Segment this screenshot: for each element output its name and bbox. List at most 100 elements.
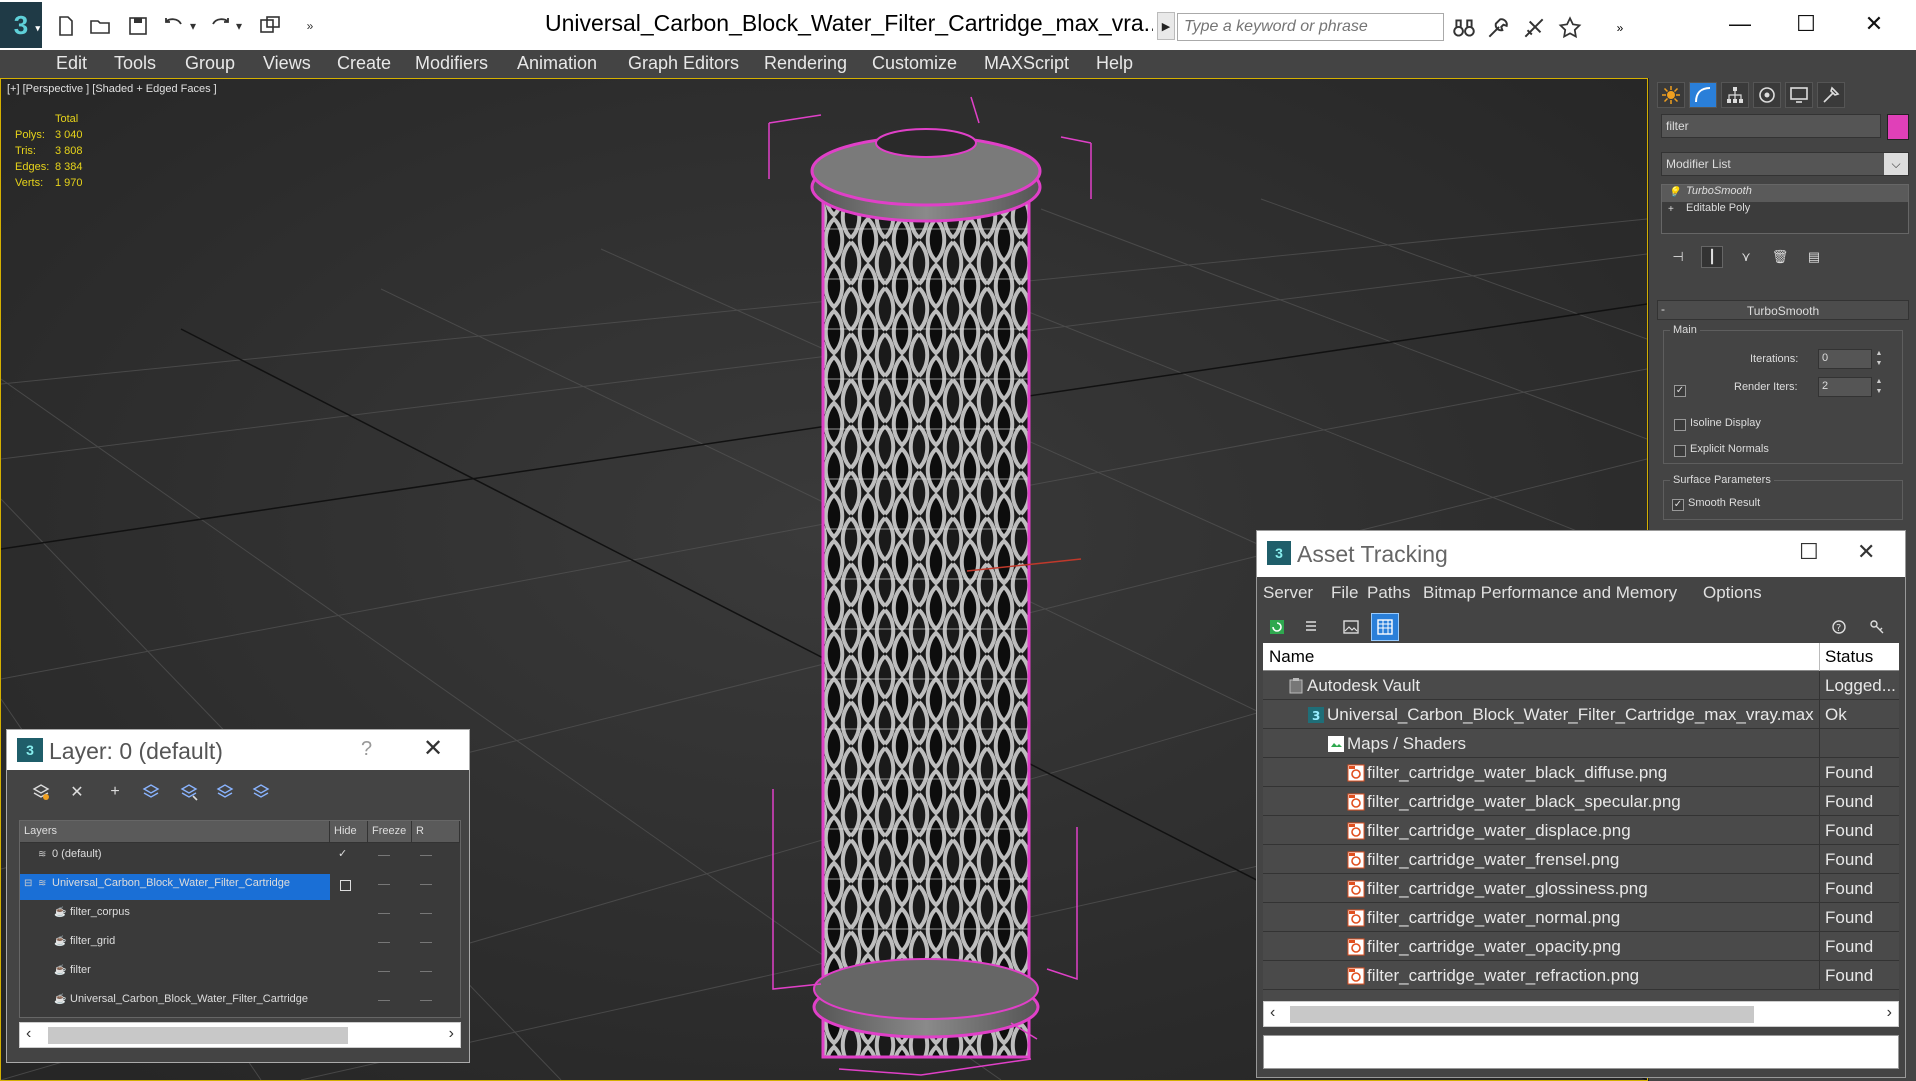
menu-create[interactable]: Create [337, 53, 391, 74]
menu-group[interactable]: Group [185, 53, 235, 74]
asset-close-button[interactable]: ✕ [1857, 539, 1875, 565]
column-divider[interactable] [1819, 643, 1820, 671]
asset-menu-server[interactable]: Server [1263, 583, 1313, 603]
asset-path-field[interactable] [1263, 1035, 1899, 1069]
spinner-arrows-icon[interactable]: ▲ ▼ [1874, 377, 1884, 397]
select-objects-icon[interactable] [139, 780, 163, 804]
asset-menu-bitmap-performance[interactable]: Bitmap Performance and Memory [1423, 583, 1677, 603]
delete-layer-icon[interactable]: ✕ [65, 780, 89, 804]
scroll-left-icon[interactable]: ‹ [1270, 1004, 1275, 1022]
table-view-icon[interactable] [1371, 613, 1399, 641]
layer-horizontal-scrollbar[interactable]: ‹ › [19, 1022, 461, 1048]
help-button[interactable]: ? [361, 738, 372, 761]
menu-tools[interactable]: Tools [114, 53, 156, 74]
lightbulb-icon[interactable]: 💡 [1668, 187, 1680, 199]
isoline-display-checkbox[interactable] [1674, 419, 1686, 431]
hide-toggle[interactable] [378, 855, 390, 856]
layer-close-button[interactable]: ✕ [423, 734, 443, 763]
undo-icon[interactable] [160, 12, 188, 40]
tab-modify[interactable] [1689, 82, 1717, 108]
favorites-star-icon[interactable] [1556, 14, 1584, 42]
scroll-left-icon[interactable]: ‹ [26, 1025, 31, 1043]
binoculars-icon[interactable] [1450, 14, 1478, 42]
iterations-spinner[interactable]: 0 [1818, 349, 1872, 369]
asset-menu-file[interactable]: File [1331, 583, 1358, 603]
layer-row[interactable]: ≋ 0 (default) ✓ [20, 843, 460, 872]
redo-dropdown-icon[interactable]: ▾ [232, 12, 246, 40]
menu-edit[interactable]: Edit [56, 53, 87, 74]
open-file-icon[interactable] [86, 12, 114, 40]
tab-utilities[interactable] [1817, 82, 1845, 108]
hide-toggle[interactable] [378, 884, 390, 885]
menu-graph-editors[interactable]: Graph Editors [628, 53, 739, 74]
scroll-right-icon[interactable]: › [1887, 1004, 1892, 1022]
layer-row[interactable]: ⊟ ≋ Universal_Carbon_Block_Water_Filter_… [20, 872, 460, 901]
menu-animation[interactable]: Animation [517, 53, 597, 74]
remove-modifier-icon[interactable]: 🗑 [1769, 246, 1791, 268]
search-expand-icon[interactable]: ▶ [1157, 12, 1175, 40]
list-view-icon[interactable] [1297, 613, 1325, 641]
column-freeze[interactable]: Freeze [368, 821, 412, 842]
asset-horizontal-scrollbar[interactable]: ‹ › [1263, 1001, 1899, 1027]
tab-display[interactable] [1785, 82, 1813, 108]
object-name-field[interactable] [1661, 114, 1881, 138]
filter-cartridge-model[interactable] [810, 128, 1042, 1059]
tab-hierarchy[interactable] [1721, 82, 1749, 108]
column-render[interactable]: R [412, 821, 460, 842]
menu-customize[interactable]: Customize [872, 53, 957, 74]
app-menu-button[interactable]: 3 ▾ [0, 2, 42, 48]
object-color-swatch[interactable] [1887, 114, 1909, 140]
asset-row[interactable]: filter_cartridge_water_normal.png Found [1263, 903, 1899, 932]
highlight-layer-icon[interactable] [177, 780, 201, 804]
modifier-list-dropdown[interactable]: Modifier List ⌵ [1661, 152, 1909, 176]
smooth-result-checkbox[interactable]: ✓ [1672, 499, 1684, 511]
stack-item-turbosmooth[interactable]: 💡 TurboSmooth [1662, 185, 1908, 202]
make-unique-icon[interactable]: ⋎ [1735, 246, 1757, 268]
collapse-minus-icon[interactable]: ⊟ [24, 878, 36, 890]
layer-row[interactable]: ☕ filter_corpus [20, 901, 460, 930]
asset-row[interactable]: filter_cartridge_water_frensel.png Found [1263, 845, 1899, 874]
maximize-button[interactable]: ☐ [1776, 6, 1836, 42]
layer-row[interactable]: ☕ filter [20, 959, 460, 988]
save-file-icon[interactable] [124, 12, 152, 40]
render-iters-spinner[interactable]: 2 [1818, 377, 1872, 397]
layer-row[interactable]: ☕ Universal_Carbon_Block_Water_Filter_Ca… [20, 988, 460, 1017]
freeze-toggle[interactable] [420, 942, 432, 943]
asset-row[interactable]: filter_cartridge_water_displace.png Found [1263, 816, 1899, 845]
freeze-toggle[interactable] [420, 884, 432, 885]
freeze-toggle[interactable] [420, 1000, 432, 1001]
hide-toggle[interactable] [378, 1000, 390, 1001]
help-question-icon[interactable]: ? [1825, 613, 1853, 641]
spinner-arrows-icon[interactable]: ▲ ▼ [1874, 349, 1884, 369]
hide-all-layers-icon[interactable] [213, 780, 237, 804]
asset-window-titlebar[interactable]: 3 Asset Tracking ☐ ✕ [1257, 531, 1905, 577]
freeze-toggle[interactable] [420, 855, 432, 856]
stack-item-editable-poly[interactable]: + Editable Poly [1662, 202, 1908, 219]
hide-toggle[interactable] [378, 913, 390, 914]
tab-motion[interactable] [1753, 82, 1781, 108]
menu-rendering[interactable]: Rendering [764, 53, 847, 74]
asset-row[interactable]: Maps / Shaders [1263, 729, 1899, 758]
asset-row[interactable]: filter_cartridge_water_opacity.png Found [1263, 932, 1899, 961]
close-button[interactable]: ✕ [1844, 6, 1904, 42]
project-folder-icon[interactable] [256, 12, 284, 40]
hide-toggle[interactable] [378, 942, 390, 943]
create-layer-icon[interactable] [29, 780, 53, 804]
add-to-layer-icon[interactable]: + [103, 780, 127, 804]
configure-modifier-sets-icon[interactable]: ▤ [1803, 246, 1825, 268]
viewport-label[interactable]: [+] [Perspective ] [Shaded + Edged Faces… [7, 83, 217, 95]
column-status[interactable]: Status [1825, 647, 1873, 667]
asset-row[interactable]: filter_cartridge_water_glossiness.png Fou… [1263, 874, 1899, 903]
new-file-icon[interactable] [52, 12, 80, 40]
column-layers[interactable]: Layers [20, 821, 330, 842]
redo-icon[interactable] [206, 12, 234, 40]
infocenter-overflow-icon[interactable]: » [1606, 14, 1634, 42]
explicit-normals-checkbox[interactable] [1674, 445, 1686, 457]
menu-help[interactable]: Help [1096, 53, 1133, 74]
render-iters-checkbox[interactable]: ✓ [1674, 385, 1686, 397]
undo-dropdown-icon[interactable]: ▾ [186, 12, 200, 40]
freeze-toggle[interactable] [420, 913, 432, 914]
set-current-layer-checkbox[interactable] [340, 880, 351, 891]
asset-row[interactable]: filter_cartridge_water_refraction.png Fou… [1263, 961, 1899, 990]
asset-maximize-button[interactable]: ☐ [1799, 539, 1819, 565]
